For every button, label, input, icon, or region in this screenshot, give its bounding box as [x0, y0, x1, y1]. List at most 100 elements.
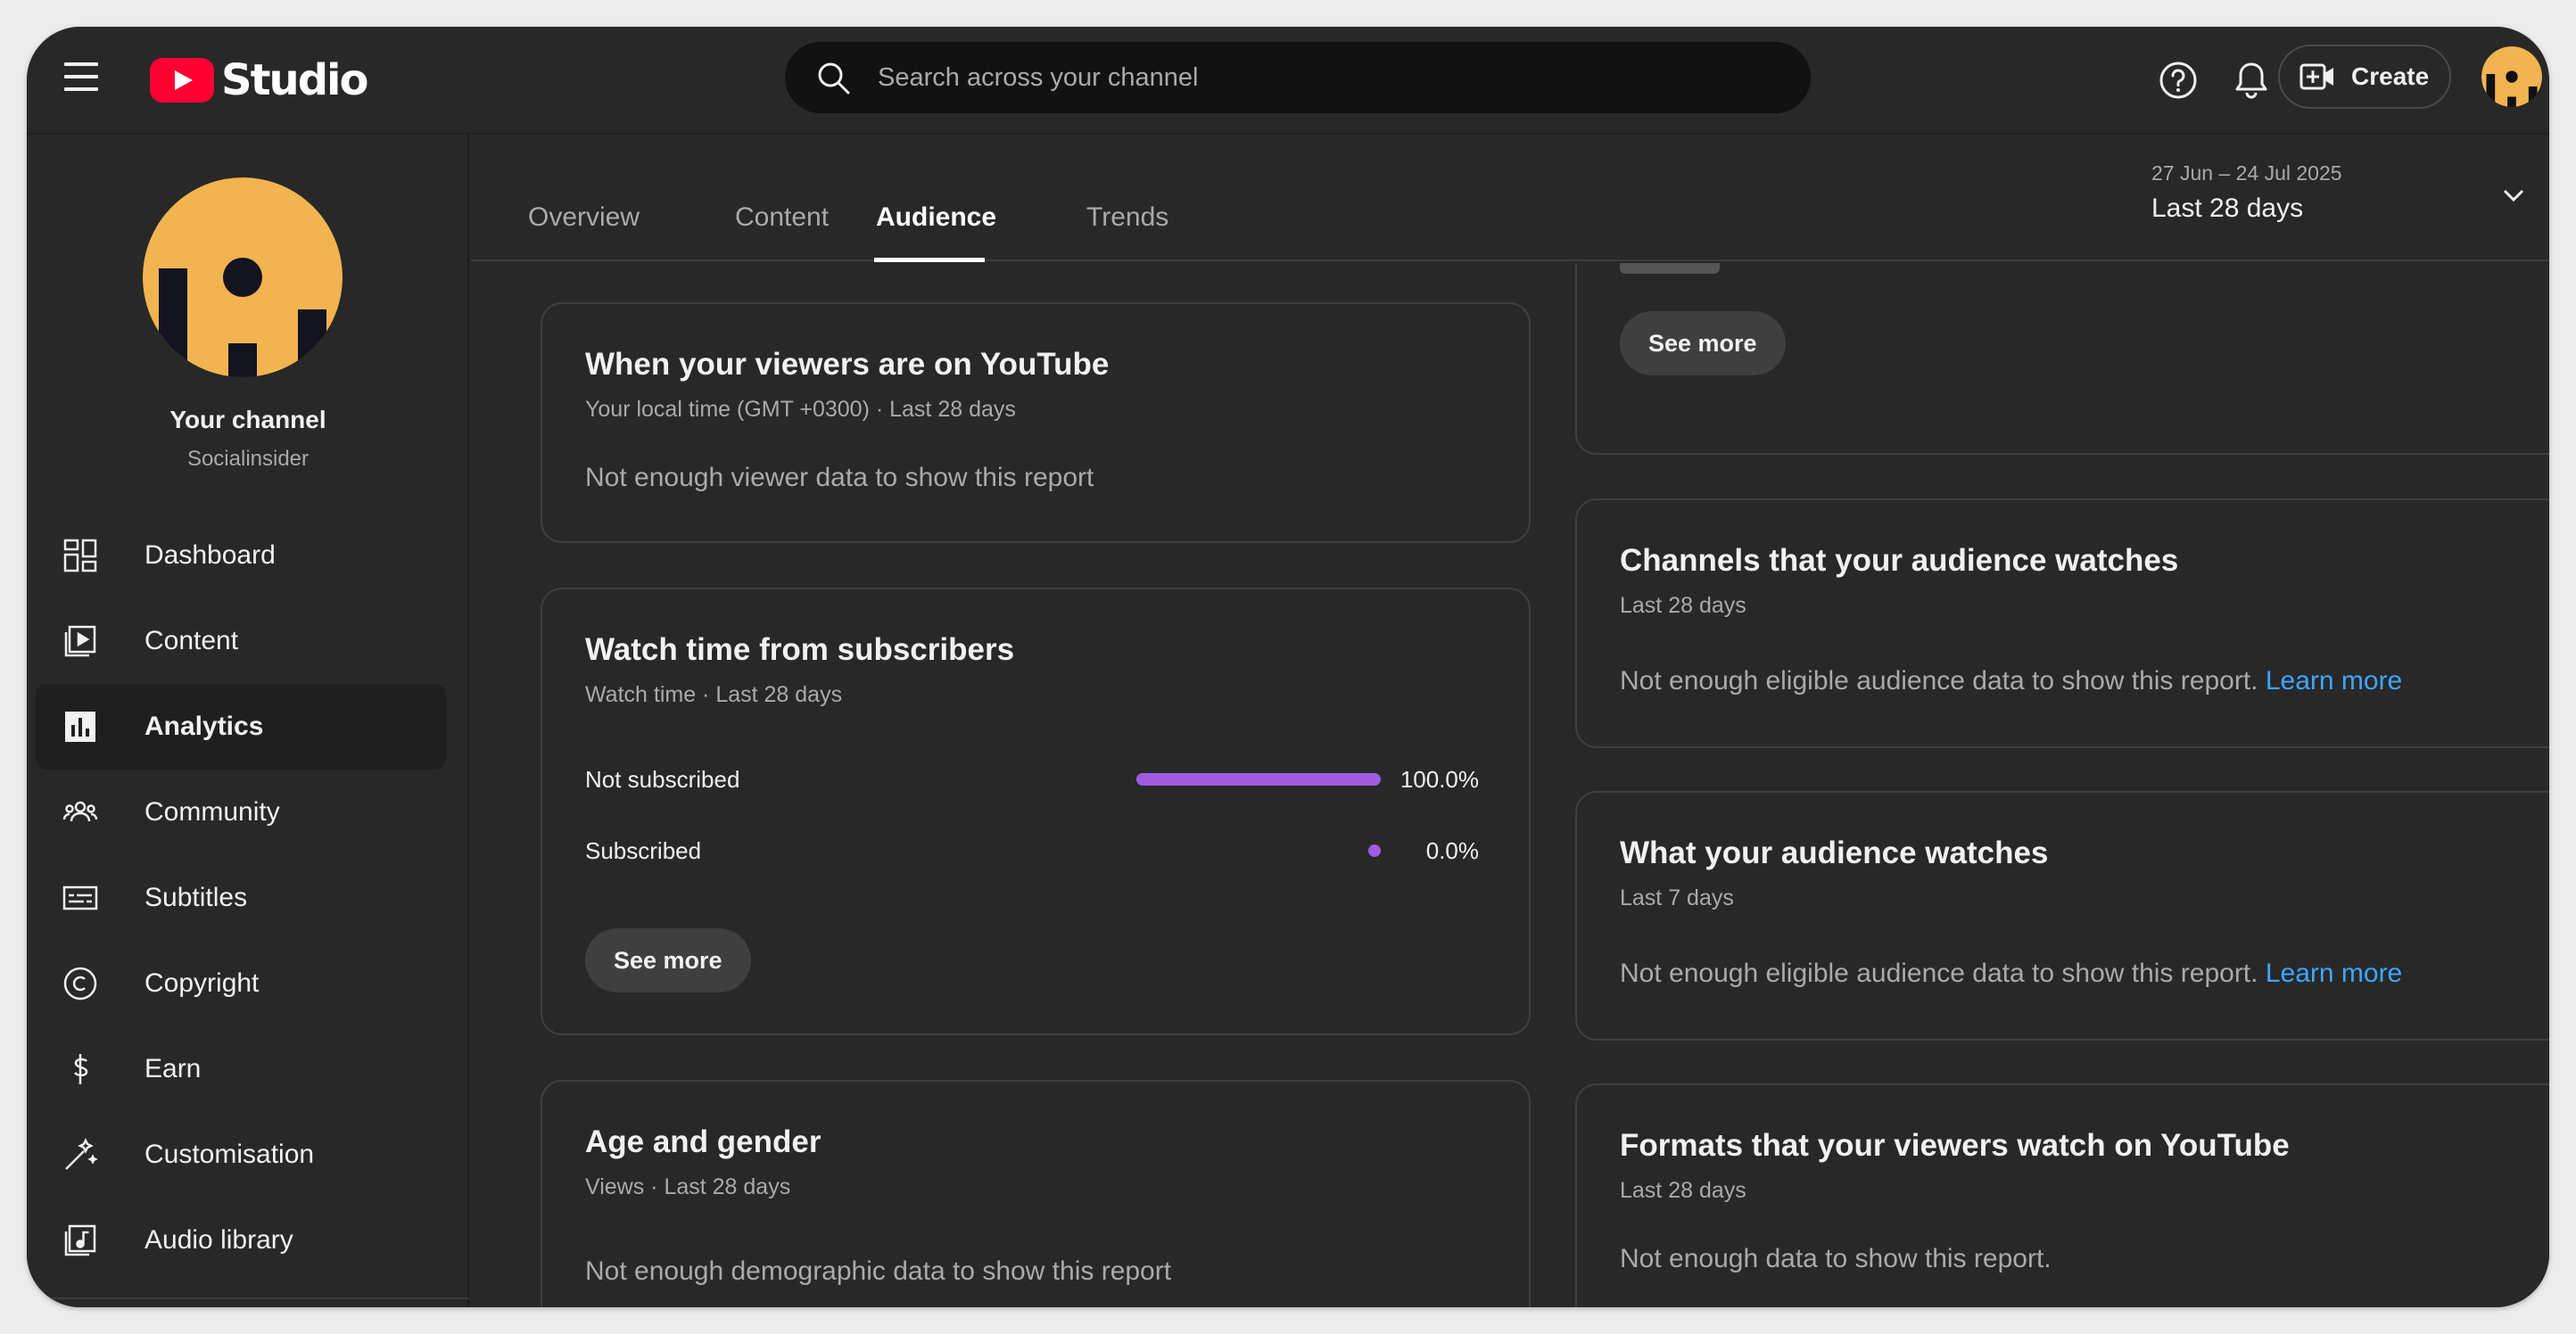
- analytics-tabs-header: Overview Content Audience Trends 27 Jun …: [471, 135, 2549, 262]
- bell-icon[interactable]: [2230, 59, 2273, 102]
- top-right-card: See more: [1575, 263, 2549, 455]
- tab-trends[interactable]: Trends: [1086, 202, 1168, 233]
- sidebar-item-label: Copyright: [144, 968, 260, 998]
- sidebar-item-earn[interactable]: Earn: [36, 1026, 446, 1112]
- tab-overview[interactable]: Overview: [528, 202, 640, 233]
- empty-message: Not enough demographic data to show this…: [585, 1256, 1172, 1286]
- sidebar-item-audio-library[interactable]: Audio library: [36, 1198, 446, 1283]
- sidebar-item-label: Content: [144, 626, 239, 655]
- card-title: Channels that your audience watches: [1620, 543, 2179, 578]
- studio-window: Studio Create: [27, 27, 2549, 1307]
- sidebar-divider: [27, 1297, 469, 1299]
- bar-track: [1136, 773, 1381, 786]
- card-subtitle: Last 28 days: [1620, 593, 1746, 618]
- card-subtitle: Views · Last 28 days: [585, 1174, 791, 1199]
- community-icon: [62, 795, 98, 830]
- learn-more-link[interactable]: Learn more: [2266, 666, 2402, 696]
- card-subtitle: Your local time (GMT +0300) · Last 28 da…: [585, 397, 1016, 422]
- card-subtitle: Last 28 days: [1620, 1178, 1746, 1203]
- add-video-icon: [2299, 63, 2333, 90]
- sidebar-item-analytics[interactable]: Analytics: [36, 684, 446, 770]
- menu-icon[interactable]: [64, 62, 98, 98]
- what-audience-watches-card: What your audience watches Last 7 days N…: [1575, 791, 2549, 1041]
- bar-label: Subscribed: [585, 837, 702, 864]
- youtube-play-icon: [150, 58, 214, 103]
- tab-content[interactable]: Content: [735, 202, 829, 233]
- empty-message-text: Not enough eligible audience data to sho…: [1620, 959, 2258, 988]
- card-title: Age and gender: [585, 1124, 822, 1159]
- empty-message: Not enough viewer data to show this repo…: [585, 463, 1094, 492]
- sidebar-item-copyright[interactable]: Copyright: [36, 941, 446, 1026]
- channel-logo-icon: [143, 177, 343, 377]
- search-icon: [818, 62, 850, 95]
- sidebar: Your channel Socialinsider Dashboard Con…: [27, 135, 469, 1307]
- sidebar-item-dashboard[interactable]: Dashboard: [36, 513, 446, 598]
- card-subtitle: Watch time · Last 28 days: [585, 682, 843, 707]
- sidebar-item-label: Earn: [144, 1054, 202, 1083]
- bar-track: [1136, 844, 1381, 857]
- date-range-label: Last 28 days: [2151, 194, 2304, 223]
- age-gender-card: Age and gender Views · Last 28 days Not …: [541, 1080, 1531, 1307]
- sidebar-item-label: Customisation: [144, 1140, 315, 1169]
- bar-label: Not subscribed: [585, 766, 740, 793]
- empty-message: Not enough data to show this report.: [1620, 1244, 2052, 1273]
- see-more-button[interactable]: See more: [585, 928, 751, 992]
- empty-message: Not enough eligible audience data to sho…: [1620, 666, 2402, 696]
- card-title: What your audience watches: [1620, 836, 2049, 870]
- empty-message-text: Not enough eligible audience data to sho…: [1620, 666, 2258, 696]
- search-input[interactable]: [876, 62, 1768, 94]
- sidebar-item-label: Community: [144, 797, 280, 827]
- bar-fill: [1368, 844, 1381, 857]
- card-title: When your viewers are on YouTube: [585, 347, 1110, 382]
- card-subtitle: Last 7 days: [1620, 885, 1734, 910]
- avatar-icon: [2481, 46, 2542, 107]
- channel-handle: Socialinsider: [186, 447, 310, 471]
- studio-logo[interactable]: Studio: [150, 54, 368, 107]
- sidebar-item-customisation[interactable]: Customisation: [36, 1112, 446, 1198]
- account-avatar[interactable]: [2481, 46, 2542, 107]
- sidebar-item-label: Audio library: [144, 1225, 293, 1255]
- card-title: Formats that your viewers watch on YouTu…: [1620, 1128, 2290, 1163]
- bar-row-not-subscribed: Not subscribed 100.0%: [585, 761, 1479, 796]
- bar-row-subscribed: Subscribed 0.0%: [585, 832, 1479, 868]
- active-tab-indicator: [874, 258, 985, 262]
- copyright-icon: [62, 966, 98, 1001]
- bar-fill: [1136, 773, 1381, 786]
- formats-viewers-watch-card: Formats that your viewers watch on YouTu…: [1575, 1083, 2549, 1307]
- date-range-text: 27 Jun – 24 Jul 2025: [2151, 161, 2342, 185]
- chevron-down-icon: [2503, 189, 2524, 202]
- tab-audience[interactable]: Audience: [876, 202, 996, 233]
- content-icon: [62, 623, 98, 659]
- watch-time-subscribers-card: Watch time from subscribers Watch time ·…: [541, 588, 1531, 1035]
- earn-icon: [62, 1051, 98, 1087]
- top-bar: Studio Create: [27, 27, 2549, 134]
- sidebar-nav: Dashboard Content Analytics Community Su…: [36, 513, 446, 1283]
- subtitles-icon: [62, 880, 98, 916]
- channels-audience-watches-card: Channels that your audience watches Last…: [1575, 498, 2549, 748]
- channel-name[interactable]: Your channel: [27, 406, 469, 434]
- viewers-on-youtube-card: When your viewers are on YouTube Your lo…: [541, 302, 1531, 543]
- sidebar-item-label: Subtitles: [144, 883, 248, 912]
- card-title: Watch time from subscribers: [585, 632, 1015, 667]
- sidebar-item-community[interactable]: Community: [36, 770, 446, 855]
- analytics-icon: [62, 709, 98, 745]
- create-label: Create: [2351, 62, 2430, 90]
- logo-text: Studio: [221, 55, 368, 105]
- audio-library-icon: [62, 1223, 98, 1258]
- sidebar-item-label: Dashboard: [144, 540, 276, 570]
- empty-message: Not enough eligible audience data to sho…: [1620, 959, 2402, 989]
- sidebar-item-content[interactable]: Content: [36, 598, 446, 684]
- customisation-icon: [62, 1137, 98, 1173]
- help-circle-icon[interactable]: [2157, 59, 2200, 102]
- sidebar-item-subtitles[interactable]: Subtitles: [36, 855, 446, 941]
- sidebar-item-label: Analytics: [144, 712, 264, 741]
- date-range-picker[interactable]: 27 Jun – 24 Jul 2025 Last 28 days: [2151, 161, 2535, 233]
- create-button[interactable]: Create: [2278, 45, 2451, 109]
- search-bar[interactable]: [785, 42, 1811, 113]
- bar-value: 100.0%: [1399, 766, 1479, 793]
- bar-value: 0.0%: [1425, 837, 1479, 864]
- thumbnail-fragment: [1620, 263, 1720, 274]
- channel-avatar[interactable]: [143, 177, 343, 377]
- learn-more-link[interactable]: Learn more: [2266, 959, 2402, 988]
- see-more-button[interactable]: See more: [1620, 311, 1786, 375]
